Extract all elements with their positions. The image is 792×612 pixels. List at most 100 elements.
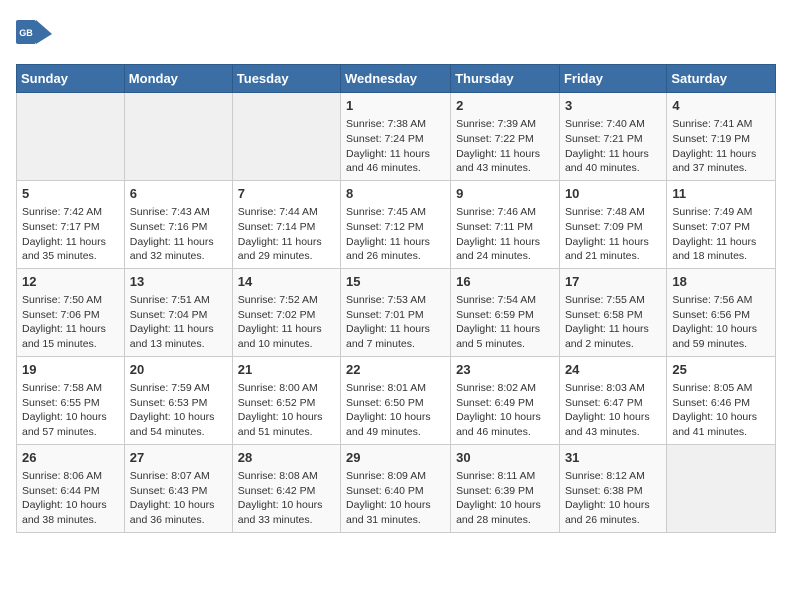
day-info: Sunset: 6:50 PM [346,396,445,411]
day-info: Sunrise: 8:07 AM [130,469,227,484]
day-info: Sunrise: 7:56 AM [672,293,770,308]
day-info: Sunset: 7:17 PM [22,220,119,235]
day-info: Sunrise: 7:45 AM [346,205,445,220]
day-info: Daylight: 11 hours and 13 minutes. [130,322,227,351]
day-info: Sunrise: 7:41 AM [672,117,770,132]
day-info: Sunset: 6:52 PM [238,396,335,411]
day-info: Daylight: 10 hours and 36 minutes. [130,498,227,527]
day-info: Sunset: 6:58 PM [565,308,661,323]
calendar-cell [17,93,125,181]
day-info: Sunset: 7:14 PM [238,220,335,235]
day-info: Daylight: 11 hours and 2 minutes. [565,322,661,351]
day-info: Sunrise: 7:59 AM [130,381,227,396]
day-info: Daylight: 10 hours and 31 minutes. [346,498,445,527]
day-number: 24 [565,361,661,379]
column-header-tuesday: Tuesday [232,65,340,93]
day-number: 5 [22,185,119,203]
day-number: 18 [672,273,770,291]
day-info: Sunset: 6:47 PM [565,396,661,411]
day-info: Sunrise: 8:00 AM [238,381,335,396]
calendar-cell: 7Sunrise: 7:44 AMSunset: 7:14 PMDaylight… [232,180,340,268]
day-info: Sunset: 6:53 PM [130,396,227,411]
day-info: Sunrise: 7:44 AM [238,205,335,220]
day-number: 31 [565,449,661,467]
column-header-sunday: Sunday [17,65,125,93]
day-info: Sunset: 6:59 PM [456,308,554,323]
day-number: 22 [346,361,445,379]
day-info: Sunset: 6:56 PM [672,308,770,323]
calendar-header-row: SundayMondayTuesdayWednesdayThursdayFrid… [17,65,776,93]
calendar-cell: 21Sunrise: 8:00 AMSunset: 6:52 PMDayligh… [232,356,340,444]
day-info: Sunrise: 7:58 AM [22,381,119,396]
calendar-cell: 17Sunrise: 7:55 AMSunset: 6:58 PMDayligh… [559,268,666,356]
day-info: Daylight: 11 hours and 18 minutes. [672,235,770,264]
day-number: 6 [130,185,227,203]
calendar-cell: 27 Sunrise: 8:07 AMSunset: 6:43 PMDayligh… [124,444,232,532]
calendar-cell: 25Sunrise: 8:05 AMSunset: 6:46 PMDayligh… [667,356,776,444]
calendar-cell: 23Sunrise: 8:02 AMSunset: 6:49 PMDayligh… [451,356,560,444]
day-number: 11 [672,185,770,203]
day-info: Sunset: 7:02 PM [238,308,335,323]
calendar-cell: 18 Sunrise: 7:56 AMSunset: 6:56 PMDayligh… [667,268,776,356]
day-info: Daylight: 11 hours and 40 minutes. [565,147,661,176]
day-number: 1 [346,97,445,115]
calendar-cell: 11Sunrise: 7:49 AMSunset: 7:07 PMDayligh… [667,180,776,268]
calendar-cell: 14Sunrise: 7:52 AMSunset: 7:02 PMDayligh… [232,268,340,356]
logo: GB [16,16,56,52]
day-info: Daylight: 11 hours and 29 minutes. [238,235,335,264]
day-info: Sunrise: 7:51 AM [130,293,227,308]
day-info: Sunrise: 7:40 AM [565,117,661,132]
day-info: Daylight: 11 hours and 5 minutes. [456,322,554,351]
day-number: 29 [346,449,445,467]
day-number: 3 [565,97,661,115]
column-header-saturday: Saturday [667,65,776,93]
day-info: Sunrise: 8:01 AM [346,381,445,396]
day-info: Daylight: 11 hours and 15 minutes. [22,322,119,351]
day-number: 23 [456,361,554,379]
day-info: Sunset: 7:01 PM [346,308,445,323]
day-info: Sunrise: 8:02 AM [456,381,554,396]
day-info: Daylight: 10 hours and 28 minutes. [456,498,554,527]
day-number: 17 [565,273,661,291]
calendar-cell: 30Sunrise: 8:11 AMSunset: 6:39 PMDayligh… [451,444,560,532]
day-info: Daylight: 10 hours and 38 minutes. [22,498,119,527]
day-info: Daylight: 11 hours and 43 minutes. [456,147,554,176]
day-number: 13 [130,273,227,291]
day-number: 12 [22,273,119,291]
day-info: Daylight: 10 hours and 43 minutes. [565,410,661,439]
day-info: Sunset: 7:12 PM [346,220,445,235]
day-info: Daylight: 11 hours and 21 minutes. [565,235,661,264]
calendar-cell [667,444,776,532]
calendar-week-4: 19Sunrise: 7:58 AMSunset: 6:55 PMDayligh… [17,356,776,444]
day-info: Sunset: 6:39 PM [456,484,554,499]
calendar-week-5: 26Sunrise: 8:06 AMSunset: 6:44 PMDayligh… [17,444,776,532]
day-info: Sunset: 6:43 PM [130,484,227,499]
calendar-cell: 24Sunrise: 8:03 AMSunset: 6:47 PMDayligh… [559,356,666,444]
day-info: Daylight: 10 hours and 59 minutes. [672,322,770,351]
calendar-cell: 22Sunrise: 8:01 AMSunset: 6:50 PMDayligh… [341,356,451,444]
day-info: Sunset: 7:04 PM [130,308,227,323]
day-info: Sunrise: 7:53 AM [346,293,445,308]
day-info: Sunrise: 7:54 AM [456,293,554,308]
day-info: Daylight: 10 hours and 41 minutes. [672,410,770,439]
day-info: Daylight: 11 hours and 10 minutes. [238,322,335,351]
calendar-cell [232,93,340,181]
day-number: 15 [346,273,445,291]
day-info: Sunset: 7:19 PM [672,132,770,147]
calendar-cell: 2Sunrise: 7:39 AMSunset: 7:22 PMDaylight… [451,93,560,181]
day-info: Sunset: 7:22 PM [456,132,554,147]
calendar-cell: 6Sunrise: 7:43 AMSunset: 7:16 PMDaylight… [124,180,232,268]
calendar-week-3: 12Sunrise: 7:50 AMSunset: 7:06 PMDayligh… [17,268,776,356]
day-info: Sunrise: 8:09 AM [346,469,445,484]
day-info: Sunrise: 8:08 AM [238,469,335,484]
day-info: Sunset: 6:55 PM [22,396,119,411]
calendar-cell: 31Sunrise: 8:12 AMSunset: 6:38 PMDayligh… [559,444,666,532]
calendar-cell: 12Sunrise: 7:50 AMSunset: 7:06 PMDayligh… [17,268,125,356]
day-info: Sunset: 6:44 PM [22,484,119,499]
calendar-cell: 9Sunrise: 7:46 AMSunset: 7:11 PMDaylight… [451,180,560,268]
day-info: Sunrise: 7:43 AM [130,205,227,220]
day-number: 27 [130,449,227,467]
calendar-cell: 13 Sunrise: 7:51 AMSunset: 7:04 PMDayligh… [124,268,232,356]
day-info: Sunset: 6:49 PM [456,396,554,411]
calendar-cell: 5Sunrise: 7:42 AMSunset: 7:17 PMDaylight… [17,180,125,268]
